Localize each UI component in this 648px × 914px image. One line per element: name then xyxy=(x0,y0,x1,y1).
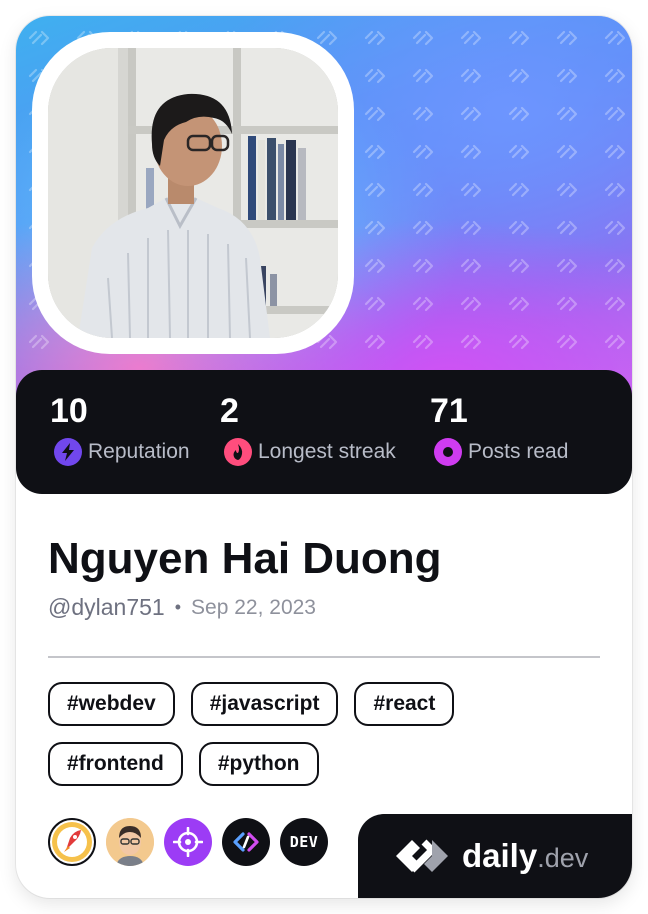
stat-value: 71 xyxy=(430,392,468,430)
tag-list: #webdev #javascript #react #frontend #py… xyxy=(48,682,608,802)
divider xyxy=(48,656,600,658)
dev-logo-text: DEV xyxy=(289,833,319,851)
eye-ring-icon xyxy=(434,438,462,466)
profile-handle: @dylan751 xyxy=(48,594,165,620)
memoji-avatar-icon[interactable] xyxy=(106,818,154,866)
flame-icon xyxy=(224,438,252,466)
tag-javascript[interactable]: #javascript xyxy=(190,682,339,726)
link-logo-icon[interactable] xyxy=(222,818,270,866)
stat-reputation: 10 Reputation xyxy=(48,390,190,466)
stat-value: 2 xyxy=(220,392,239,430)
joined-date: Sep 22, 2023 xyxy=(191,595,316,619)
meta-separator: • xyxy=(174,597,182,617)
stat-longest-streak: 2 Longest streak xyxy=(218,390,396,466)
stat-posts-read: 71 Posts read xyxy=(428,390,568,466)
avatar-frame xyxy=(32,32,354,354)
tag-frontend[interactable]: #frontend xyxy=(48,742,183,786)
daily-dev-logo-icon xyxy=(396,839,448,873)
bolt-icon xyxy=(54,438,82,466)
profile-meta: @dylan751 • Sep 22, 2023 xyxy=(48,594,316,621)
dev-logo-icon[interactable]: DEV xyxy=(280,818,328,866)
stats-bar: 10 Reputation 2 Longest streak 71 Posts … xyxy=(16,370,632,494)
stat-value: 10 xyxy=(50,392,88,430)
rocket-logo-icon[interactable] xyxy=(48,818,96,866)
brand-name: daily.dev xyxy=(462,836,588,878)
crosshair-logo-icon[interactable] xyxy=(164,818,212,866)
brand-tld: .dev xyxy=(537,843,589,873)
brand-footer: daily.dev xyxy=(358,814,632,898)
profile-name: Nguyen Hai Duong xyxy=(48,534,442,583)
stat-label: Reputation xyxy=(88,440,190,463)
brand-name-main: daily xyxy=(462,837,538,874)
cover-background xyxy=(16,16,632,398)
avatar xyxy=(48,48,338,338)
stat-label: Posts read xyxy=(468,440,569,463)
stat-label: Longest streak xyxy=(258,440,396,463)
tag-webdev[interactable]: #webdev xyxy=(48,682,175,726)
tag-react[interactable]: #react xyxy=(354,682,455,726)
source-list: DEV xyxy=(48,818,328,866)
profile-card: 10 Reputation 2 Longest streak 71 Posts … xyxy=(16,16,632,898)
tag-python[interactable]: #python xyxy=(198,742,319,786)
